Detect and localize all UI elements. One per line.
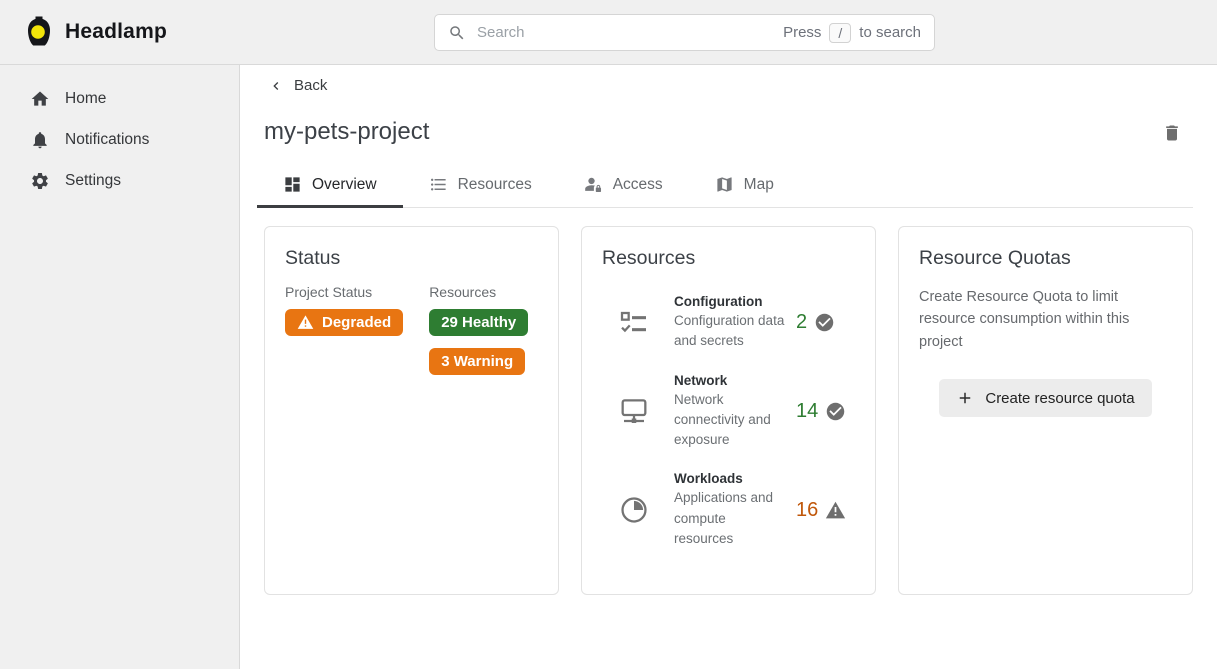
project-status-column: Project Status Degraded xyxy=(285,284,403,375)
search-shortcut-hint: Press / to search xyxy=(783,23,921,43)
status-card-title: Status xyxy=(285,247,538,270)
sidebar: Home Notifications Settings xyxy=(0,65,240,669)
healthy-badge: 29 Healthy xyxy=(429,309,528,336)
page-title: my-pets-project xyxy=(264,118,429,146)
resource-description: Network connectivity and exposure xyxy=(674,390,786,451)
sidebar-item-notifications[interactable]: Notifications xyxy=(0,119,239,160)
resource-count: 16 xyxy=(796,499,818,522)
page-header: my-pets-project xyxy=(264,118,1193,146)
resources-card: Resources Configuration Configuration da xyxy=(581,226,876,595)
check-circle-icon xyxy=(814,312,835,333)
headlamp-logo-icon xyxy=(24,15,54,49)
quotas-description: Create Resource Quota to limit resource … xyxy=(919,286,1172,353)
tab-resources[interactable]: Resources xyxy=(403,166,558,207)
home-icon xyxy=(30,89,50,109)
person-lock-icon xyxy=(584,175,603,194)
resources-status-label: Resources xyxy=(429,284,528,300)
search-bar[interactable]: Press / to search xyxy=(434,14,935,51)
tab-map[interactable]: Map xyxy=(689,166,800,207)
resources-card-title: Resources xyxy=(602,247,855,270)
resource-quotas-card: Resource Quotas Create Resource Quota to… xyxy=(898,226,1193,595)
list-icon xyxy=(429,175,448,194)
top-bar: Headlamp Press / to search xyxy=(0,0,1217,65)
map-icon xyxy=(715,175,734,194)
delete-project-button[interactable] xyxy=(1162,122,1182,144)
search-input[interactable] xyxy=(475,23,774,42)
resources-status-column: Resources 29 Healthy 3 Warning xyxy=(429,284,528,375)
resource-count: 14 xyxy=(796,400,818,423)
slash-key-badge: / xyxy=(829,23,851,43)
sidebar-item-label: Home xyxy=(65,90,106,108)
main-content: Back my-pets-project Overview Resources xyxy=(240,65,1217,669)
warning-triangle-icon xyxy=(297,314,314,331)
create-resource-quota-label: Create resource quota xyxy=(985,390,1134,407)
overview-icon xyxy=(283,175,302,194)
resource-name: Network xyxy=(674,373,786,388)
resource-row-configuration[interactable]: Configuration Configuration data and sec… xyxy=(602,294,855,352)
gear-icon xyxy=(30,171,50,191)
resource-description: Configuration data and secrets xyxy=(674,311,786,352)
degraded-badge: Degraded xyxy=(285,309,403,336)
checklist-icon xyxy=(618,307,652,339)
search-hint-suffix: to search xyxy=(859,24,921,41)
workloads-icon xyxy=(618,494,652,526)
check-circle-icon xyxy=(825,401,846,422)
project-status-label: Project Status xyxy=(285,284,403,300)
sidebar-item-settings[interactable]: Settings xyxy=(0,160,239,201)
tab-label: Resources xyxy=(458,176,532,194)
tab-label: Map xyxy=(744,176,774,194)
app-brand: Headlamp xyxy=(24,0,167,64)
quotas-card-title: Resource Quotas xyxy=(919,247,1172,270)
trash-icon xyxy=(1162,122,1182,144)
bell-icon xyxy=(30,130,50,150)
chevron-left-icon xyxy=(268,78,284,94)
resource-count: 2 xyxy=(796,311,807,334)
resource-name: Configuration xyxy=(674,294,786,309)
tab-access[interactable]: Access xyxy=(558,166,689,207)
plus-icon xyxy=(956,389,974,407)
create-resource-quota-button[interactable]: Create resource quota xyxy=(939,379,1151,417)
resource-name: Workloads xyxy=(674,471,786,486)
warning-triangle-icon xyxy=(825,500,846,521)
tab-overview[interactable]: Overview xyxy=(257,166,403,207)
tab-label: Access xyxy=(613,176,663,194)
resource-row-workloads[interactable]: Workloads Applications and compute resou… xyxy=(602,471,855,549)
search-hint-press: Press xyxy=(783,24,821,41)
back-button[interactable]: Back xyxy=(268,77,327,94)
status-card: Status Project Status Degraded Resources… xyxy=(264,226,559,595)
overview-cards: Status Project Status Degraded Resources… xyxy=(264,226,1193,595)
network-icon xyxy=(618,395,652,427)
sidebar-item-label: Settings xyxy=(65,172,121,190)
app-title: Headlamp xyxy=(65,20,167,44)
back-label: Back xyxy=(294,77,327,94)
sidebar-item-label: Notifications xyxy=(65,131,149,149)
tab-bar: Overview Resources Access Map xyxy=(257,166,1193,208)
search-icon xyxy=(448,24,466,42)
tab-label: Overview xyxy=(312,176,377,194)
warning-badge: 3 Warning xyxy=(429,348,525,375)
sidebar-item-home[interactable]: Home xyxy=(0,78,239,119)
degraded-badge-label: Degraded xyxy=(322,314,391,331)
resource-row-network[interactable]: Network Network connectivity and exposur… xyxy=(602,373,855,451)
resource-description: Applications and compute resources xyxy=(674,488,786,549)
